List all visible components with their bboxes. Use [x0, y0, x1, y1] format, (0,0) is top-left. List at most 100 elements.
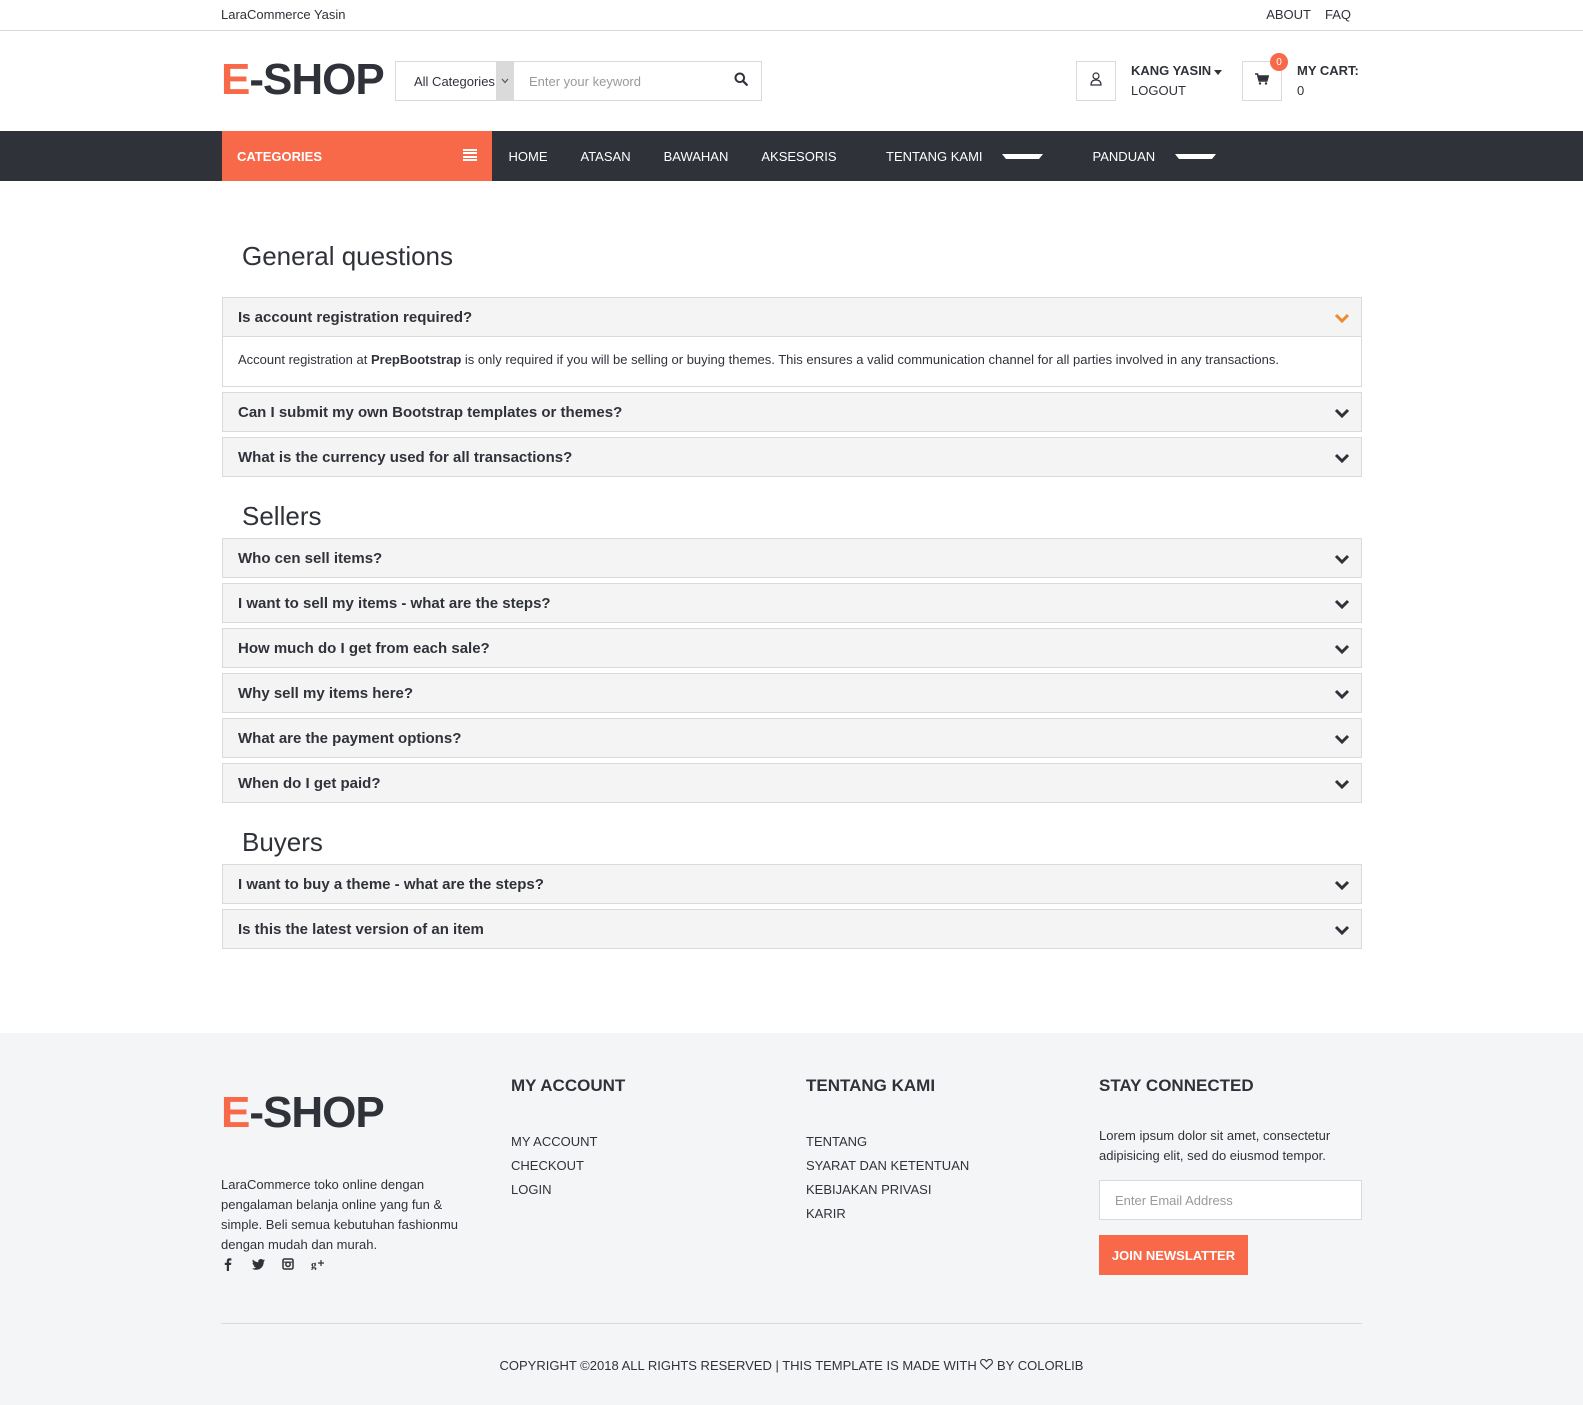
cart-area: 0 MY CART: 0 — [1242, 53, 1359, 101]
chevron-down-icon — [1334, 923, 1350, 936]
search-icon — [734, 72, 748, 91]
faq-question[interactable]: Can I submit my own Bootstrap templates … — [223, 393, 1361, 431]
header: E-SHOP All Categories KANG YASIN LOGOUT — [0, 31, 1583, 131]
section-title-general: General questions — [242, 241, 454, 271]
faq-question[interactable]: When do I get paid? — [223, 764, 1361, 802]
caret-down-icon — [1002, 153, 1044, 159]
newsletter-description: Lorem ipsum dolor sit amet, consectetur … — [1099, 1128, 1331, 1163]
nav-item-panduan[interactable]: PANDUAN — [1060, 149, 1233, 164]
copyright: COPYRIGHT ©2018 ALL RIGHTS RESERVED | TH… — [499, 1358, 1084, 1373]
faq-question[interactable]: Is this the latest version of an item — [223, 910, 1361, 948]
nav-item-atasan[interactable]: ATASAN — [564, 149, 647, 164]
cart-label[interactable]: MY CART: — [1297, 61, 1359, 81]
cart-total: 0 — [1297, 83, 1305, 98]
faq-question[interactable]: I want to sell my items - what are the s… — [223, 584, 1361, 622]
faq-item: How much do I get from each sale? — [222, 628, 1362, 668]
chevron-down-icon — [1334, 451, 1350, 464]
account-name[interactable]: KANG YASIN — [1131, 61, 1223, 81]
footer-col-title: STAY CONNECTED — [1099, 1076, 1254, 1095]
faq-question[interactable]: I want to buy a theme - what are the ste… — [223, 865, 1361, 903]
faq-content: General questions Is account registratio… — [222, 231, 1362, 954]
footer-col-tentang: TENTANG KAMI TENTANG SYARAT DAN KETENTUA… — [806, 1076, 969, 1226]
faq-item: Who cen sell items? — [222, 538, 1362, 578]
chevron-down-icon — [1334, 552, 1350, 565]
join-newsletter-button[interactable]: JOIN NEWSLATTER — [1099, 1235, 1248, 1275]
footer-link-privasi[interactable]: KEBIJAKAN PRIVASI — [806, 1178, 969, 1202]
twitter-icon[interactable] — [251, 1257, 265, 1271]
faq-question[interactable]: Why sell my items here? — [223, 674, 1361, 712]
about-link[interactable]: ABOUT — [1266, 7, 1311, 22]
faq-item: When do I get paid? — [222, 763, 1362, 803]
search-input[interactable] — [514, 62, 721, 100]
faq-item: What are the payment options? — [222, 718, 1362, 758]
list-icon — [463, 149, 477, 161]
footer: E-SHOP LaraCommerce toko online dengan p… — [0, 1033, 1583, 1405]
caret-down-icon — [1174, 153, 1216, 159]
faq-question[interactable]: What are the payment options? — [223, 719, 1361, 757]
faq-question[interactable]: What is the currency used for all transa… — [223, 438, 1361, 476]
footer-col-my-account: MY ACCOUNT MY ACCOUNT CHECKOUT LOGIN — [511, 1076, 625, 1202]
footer-link-my-account[interactable]: MY ACCOUNT — [511, 1130, 625, 1154]
logo[interactable]: E-SHOP — [221, 58, 385, 102]
faq-link[interactable]: FAQ — [1325, 7, 1351, 22]
search-form: All Categories — [395, 61, 762, 101]
nav-item-bawahan[interactable]: BAWAHAN — [647, 149, 745, 164]
faq-question[interactable]: Who cen sell items? — [223, 539, 1361, 577]
heart-icon — [980, 1358, 994, 1373]
cart-qty-badge: 0 — [1270, 53, 1288, 71]
footer-col-title: TENTANG KAMI — [806, 1076, 936, 1095]
faq-answer: Account registration at PrepBootstrap is… — [223, 336, 1361, 386]
faq-item: I want to buy a theme - what are the ste… — [222, 864, 1362, 904]
chevron-down-icon — [1334, 878, 1350, 891]
search-button[interactable] — [721, 62, 761, 100]
faq-item: Why sell my items here? — [222, 673, 1362, 713]
chevron-down-icon — [1334, 687, 1350, 700]
facebook-icon[interactable] — [221, 1257, 235, 1271]
logout-link[interactable]: LOGOUT — [1131, 81, 1222, 101]
user-icon — [1090, 71, 1102, 91]
categories-label: CATEGORIES — [237, 148, 322, 164]
footer-divider — [221, 1323, 1362, 1324]
faq-question[interactable]: Is account registration required? — [223, 298, 1361, 336]
footer-link-login[interactable]: LOGIN — [511, 1178, 625, 1202]
chevron-down-icon — [496, 62, 513, 100]
chevron-down-icon — [1334, 597, 1350, 610]
chevron-down-icon — [1334, 311, 1350, 324]
google-plus-icon[interactable]: g — [311, 1257, 325, 1271]
footer-link-syarat[interactable]: SYARAT DAN KETENTUAN — [806, 1154, 969, 1178]
nav-menu: HOME ATASAN BAWAHAN AKSESORIS TENTANG KA… — [492, 131, 1232, 181]
social-links: g — [221, 1257, 325, 1271]
categories-button[interactable]: CATEGORIES — [222, 131, 492, 181]
category-select-value: All Categories — [414, 73, 495, 89]
nav-item-aksesoris[interactable]: AKSESORIS — [745, 149, 853, 164]
top-links: ABOUT FAQ — [1266, 7, 1351, 22]
instagram-icon[interactable] — [281, 1257, 295, 1271]
cart-button[interactable]: 0 — [1242, 53, 1288, 101]
footer-col-stay-connected: STAY CONNECTED Lorem ipsum dolor sit ame… — [1099, 1076, 1362, 1275]
faq-item: Is account registration required? Accoun… — [222, 297, 1362, 387]
main-nav: CATEGORIES HOME ATASAN BAWAHAN AKSESORIS… — [0, 131, 1583, 181]
footer-link-karir[interactable]: KARIR — [806, 1202, 969, 1226]
faq-question[interactable]: How much do I get from each sale? — [223, 629, 1361, 667]
footer-link-tentang[interactable]: TENTANG — [806, 1130, 969, 1154]
chevron-down-icon — [1334, 777, 1350, 790]
store-name: LaraCommerce Yasin — [221, 7, 346, 22]
footer-link-checkout[interactable]: CHECKOUT — [511, 1154, 625, 1178]
category-select[interactable]: All Categories — [396, 62, 514, 100]
chevron-down-icon — [1334, 406, 1350, 419]
nav-item-home[interactable]: HOME — [492, 149, 564, 164]
footer-about: LaraCommerce toko online dengan pengalam… — [221, 1177, 459, 1252]
footer-logo[interactable]: E-SHOP — [221, 1091, 385, 1135]
nav-item-tentang-kami[interactable]: TENTANG KAMI — [853, 149, 1060, 164]
newsletter-email-input[interactable] — [1099, 1180, 1362, 1220]
chevron-down-icon — [1334, 642, 1350, 655]
account-area: KANG YASIN LOGOUT — [1076, 61, 1223, 101]
section-title-sellers: Sellers — [242, 501, 322, 531]
faq-item: Can I submit my own Bootstrap templates … — [222, 392, 1362, 432]
footer-col-title: MY ACCOUNT — [511, 1076, 626, 1095]
cart-icon — [1255, 72, 1270, 90]
chevron-down-icon — [1334, 732, 1350, 745]
faq-item: I want to sell my items - what are the s… — [222, 583, 1362, 623]
faq-item: Is this the latest version of an item — [222, 909, 1362, 949]
account-button[interactable] — [1076, 61, 1116, 101]
